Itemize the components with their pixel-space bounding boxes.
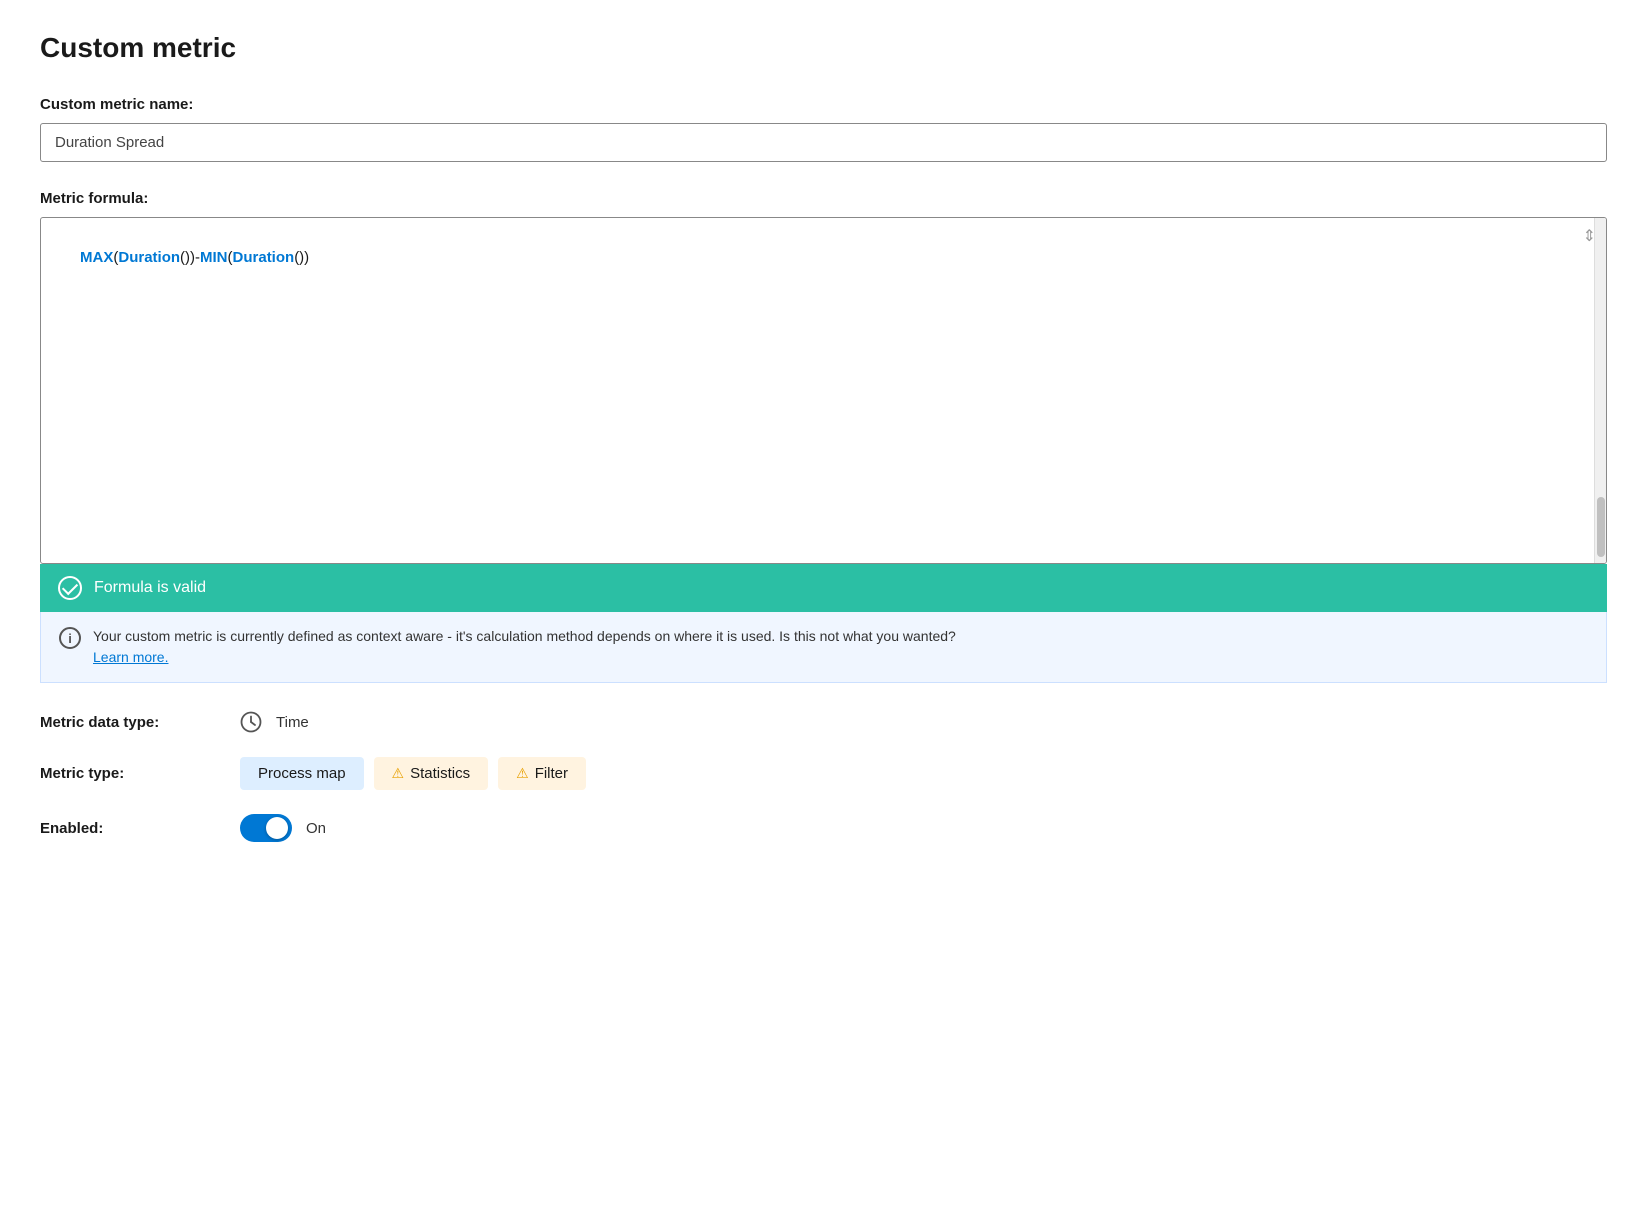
page-title: Custom metric — [40, 32, 1607, 64]
tag-filter-label: Filter — [535, 765, 568, 782]
tag-statistics-label: Statistics — [410, 765, 470, 782]
metric-data-type-row: Metric data type: Time — [40, 711, 1607, 733]
valid-check-icon — [58, 576, 82, 600]
tag-process-map[interactable]: Process map — [240, 757, 364, 790]
enabled-toggle-row: On — [240, 814, 326, 842]
metric-type-row: Metric type: Process map ⚠ Statistics ⚠ … — [40, 757, 1607, 790]
enabled-label: Enabled: — [40, 820, 240, 837]
info-message: Your custom metric is currently defined … — [93, 628, 956, 644]
metric-data-type-label: Metric data type: — [40, 714, 240, 731]
tag-process-map-label: Process map — [258, 765, 346, 782]
metric-formula-label: Metric formula: — [40, 190, 1607, 207]
metric-name-input[interactable] — [40, 123, 1607, 162]
metric-type-tags: Process map ⚠ Statistics ⚠ Filter — [240, 757, 586, 790]
info-text: Your custom metric is currently defined … — [93, 626, 956, 668]
validity-message: Formula is valid — [94, 579, 206, 597]
learn-more-link[interactable]: Learn more. — [93, 649, 168, 665]
info-banner: i Your custom metric is currently define… — [40, 612, 1607, 683]
toggle-knob — [266, 817, 288, 839]
formula-resize-handle[interactable]: ⇕ — [1583, 226, 1596, 246]
formula-area-wrapper: MAX(Duration())-MIN(Duration()) MAX(Dura… — [40, 217, 1607, 564]
info-icon: i — [59, 627, 81, 649]
enabled-row: Enabled: On — [40, 814, 1607, 842]
tag-statistics[interactable]: ⚠ Statistics — [374, 757, 489, 790]
validity-banner: Formula is valid — [40, 564, 1607, 612]
warning-icon-statistics: ⚠ — [392, 765, 405, 782]
tag-filter[interactable]: ⚠ Filter — [498, 757, 586, 790]
clock-icon — [240, 711, 262, 733]
metric-data-type-content: Time — [240, 711, 309, 733]
metric-data-type-value: Time — [276, 714, 309, 731]
enabled-toggle[interactable] — [240, 814, 292, 842]
enabled-state-label: On — [306, 820, 326, 837]
metric-type-label: Metric type: — [40, 765, 240, 782]
warning-icon-filter: ⚠ — [516, 765, 529, 782]
formula-textarea[interactable]: MAX(Duration())-MIN(Duration()) — [41, 218, 1606, 558]
metric-name-label: Custom metric name: — [40, 96, 1607, 113]
